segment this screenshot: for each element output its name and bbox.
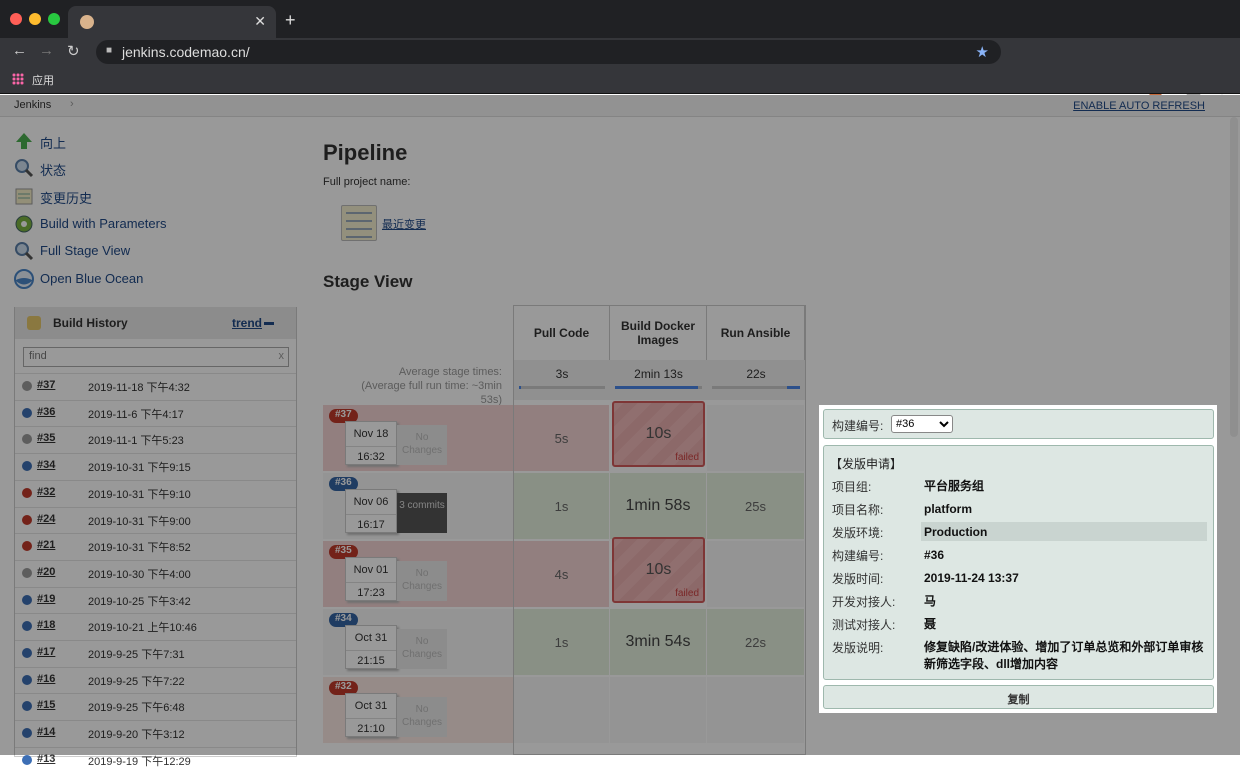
bookmarks-bar: 应用 [0,66,1240,94]
release-header: 【发版申请】 [830,457,903,471]
forward-icon[interactable]: → [39,42,54,59]
browser-tab-bar: ✕ + [0,0,1240,38]
bookmark-star-icon[interactable]: ★ [976,43,989,61]
url-text: jenkins.codemao.cn/ [122,44,250,60]
build-number-row: 构建编号: #36 [823,409,1214,439]
release-field-label: 发版说明: [832,641,884,655]
reload-icon[interactable]: ↻ [67,42,80,60]
release-request-popup: 构建编号: #36 【发版申请】 项目组: 平台服务组项目名称: platform 发… [819,405,1217,713]
release-field-label: 项目组: [832,480,872,494]
url-field[interactable]: ■ jenkins.codemao.cn/ ★ [96,40,1001,64]
release-field-value: 聂 [924,617,937,631]
close-tab-icon[interactable]: ✕ [254,13,266,30]
release-field-label: 测试对接人: [832,618,896,632]
release-field-label: 发版环境: [832,526,884,540]
release-field-value: 平台服务组 [924,479,985,493]
address-bar: ← → ↻ ■ jenkins.codemao.cn/ ★ ⋮ [0,38,1240,99]
copy-button[interactable]: 复制 [823,685,1214,709]
maximize-window-icon[interactable] [48,13,60,25]
build-date: 2019-9-19 下午12:29 [88,755,191,768]
new-tab-icon[interactable]: + [285,10,296,31]
release-field-label: 项目名称: [832,503,884,517]
minimize-window-icon[interactable] [29,13,41,25]
build-number-label: 构建编号: [832,419,884,433]
release-details: 【发版申请】 项目组: 平台服务组项目名称: platform 发版环境: Produc… [823,445,1214,680]
release-field-value: Production [921,522,1207,541]
apps-bookmark[interactable]: 应用 [32,72,54,88]
release-field-label: 发版时间: [832,572,884,586]
release-field-value: 马 [924,594,937,608]
status-ball-icon [22,754,32,765]
page-scrollbar[interactable] [1230,117,1238,437]
release-field-value: 2019-11-24 13:37 [924,571,1019,585]
jenkins-favicon-icon [80,15,94,29]
browser-tab[interactable]: ✕ [68,6,276,38]
lock-icon: ■ [106,45,113,56]
release-field-value: platform [924,502,972,516]
release-field-value: 修复缺陷/改进体验、增加了订单总览和外部订单审核新筛选字段、dll增加内容 [924,640,1204,671]
release-field-label: 构建编号: [832,549,884,563]
release-field-label: 开发对接人: [832,595,896,609]
release-field-value: #36 [924,548,945,562]
build-number-select[interactable]: #36 [891,415,953,433]
close-window-icon[interactable] [10,13,22,25]
back-icon[interactable]: ← [12,42,27,59]
apps-grid-icon[interactable] [12,73,24,85]
